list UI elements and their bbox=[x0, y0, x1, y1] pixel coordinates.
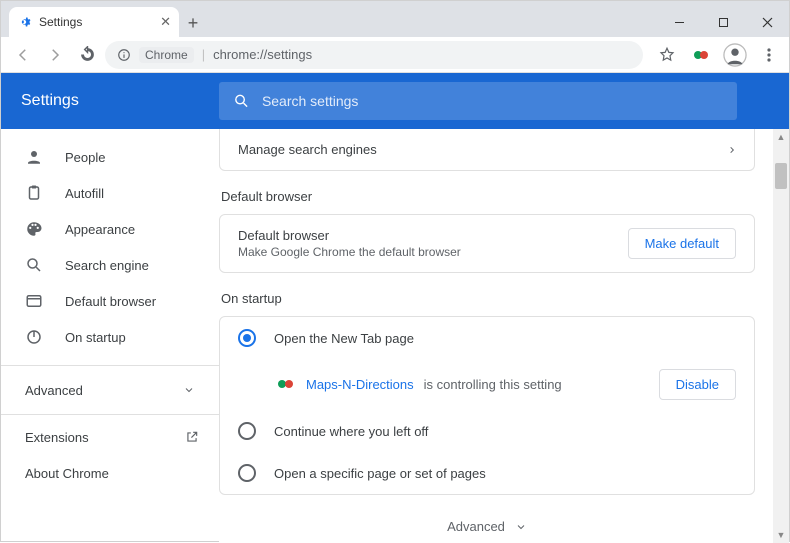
radio-label: Open the New Tab page bbox=[274, 331, 414, 346]
palette-icon bbox=[25, 220, 43, 238]
manage-search-engines-row[interactable]: Manage search engines bbox=[220, 129, 754, 170]
scroll-up-arrow[interactable]: ▲ bbox=[775, 131, 787, 143]
maximize-button[interactable] bbox=[701, 7, 745, 37]
scrollbar-thumb[interactable] bbox=[775, 163, 787, 189]
sidebar: People Autofill Appearance Search engine… bbox=[1, 129, 219, 543]
browser-toolbar: Chrome | chrome://settings bbox=[1, 37, 789, 73]
forward-button[interactable] bbox=[41, 41, 69, 69]
sidebar-item-label: Default browser bbox=[65, 294, 156, 309]
radio-unselected-icon bbox=[238, 464, 256, 482]
sidebar-extensions[interactable]: Extensions bbox=[1, 419, 219, 455]
sidebar-item-default-browser[interactable]: Default browser bbox=[1, 283, 219, 319]
sidebar-item-search-engine[interactable]: Search engine bbox=[1, 247, 219, 283]
sidebar-item-label: On startup bbox=[65, 330, 126, 345]
person-icon bbox=[25, 148, 43, 166]
default-browser-title: Default browser bbox=[238, 228, 461, 243]
disable-button[interactable]: Disable bbox=[659, 369, 736, 400]
scrollbar-track[interactable]: ▲ ▼ bbox=[773, 129, 789, 543]
controlling-text: is controlling this setting bbox=[424, 377, 562, 392]
gear-icon bbox=[17, 15, 31, 29]
new-tab-button[interactable]: + bbox=[179, 9, 207, 37]
sidebar-extensions-label: Extensions bbox=[25, 430, 89, 445]
extension-icon[interactable] bbox=[689, 43, 713, 67]
reload-button[interactable] bbox=[73, 41, 101, 69]
sidebar-item-appearance[interactable]: Appearance bbox=[1, 211, 219, 247]
startup-radio-new-tab[interactable]: Open the New Tab page bbox=[220, 317, 754, 359]
window-titlebar: Settings ✕ + bbox=[1, 1, 789, 37]
sidebar-item-label: Search engine bbox=[65, 258, 149, 273]
startup-radio-specific[interactable]: Open a specific page or set of pages bbox=[220, 452, 754, 494]
on-startup-card: Open the New Tab page Maps-N-Directions … bbox=[219, 316, 755, 495]
startup-radio-continue[interactable]: Continue where you left off bbox=[220, 410, 754, 452]
advanced-expand[interactable]: Advanced bbox=[219, 519, 755, 534]
browser-tab[interactable]: Settings ✕ bbox=[9, 7, 179, 37]
sidebar-item-on-startup[interactable]: On startup bbox=[1, 319, 219, 355]
search-input[interactable] bbox=[262, 93, 723, 109]
window-controls bbox=[657, 7, 789, 37]
minimize-button[interactable] bbox=[657, 7, 701, 37]
default-browser-card: Default browser Make Google Chrome the d… bbox=[219, 214, 755, 273]
default-browser-sub: Make Google Chrome the default browser bbox=[238, 245, 461, 259]
sidebar-item-label: People bbox=[65, 150, 105, 165]
sidebar-about-label: About Chrome bbox=[25, 466, 109, 481]
map-pins-icon bbox=[276, 377, 296, 393]
controlling-extension-link[interactable]: Maps-N-Directions bbox=[306, 377, 414, 392]
radio-label: Open a specific page or set of pages bbox=[274, 466, 486, 481]
bookmark-star-icon[interactable] bbox=[655, 43, 679, 67]
divider bbox=[1, 365, 219, 366]
manage-search-card: Manage search engines bbox=[219, 129, 755, 171]
make-default-button[interactable]: Make default bbox=[628, 228, 736, 259]
browser-icon bbox=[25, 292, 43, 310]
omnibox-separator: | bbox=[202, 47, 205, 62]
manage-search-label: Manage search engines bbox=[238, 142, 377, 157]
chevron-down-icon bbox=[183, 384, 195, 396]
sidebar-item-autofill[interactable]: Autofill bbox=[1, 175, 219, 211]
back-button[interactable] bbox=[9, 41, 37, 69]
profile-avatar[interactable] bbox=[723, 43, 747, 67]
scroll-down-arrow[interactable]: ▼ bbox=[775, 529, 787, 541]
settings-content: ▲ ▼ Manage search engines Default browse… bbox=[219, 129, 789, 543]
search-icon bbox=[233, 92, 250, 110]
sidebar-advanced[interactable]: Advanced bbox=[1, 370, 219, 410]
close-window-button[interactable] bbox=[745, 7, 789, 37]
info-icon bbox=[117, 48, 131, 62]
sidebar-advanced-label: Advanced bbox=[25, 383, 83, 398]
page-title: Settings bbox=[21, 92, 199, 110]
omnibox-url: chrome://settings bbox=[213, 47, 312, 62]
close-tab-icon[interactable]: ✕ bbox=[160, 14, 171, 30]
sidebar-about-chrome[interactable]: About Chrome bbox=[1, 455, 219, 491]
sidebar-item-people[interactable]: People bbox=[1, 139, 219, 175]
tab-title: Settings bbox=[39, 15, 82, 29]
default-browser-row: Default browser Make Google Chrome the d… bbox=[220, 215, 754, 272]
default-browser-heading: Default browser bbox=[221, 189, 755, 204]
kebab-menu-icon[interactable] bbox=[757, 43, 781, 67]
open-external-icon bbox=[185, 430, 199, 444]
search-settings-field[interactable] bbox=[219, 82, 737, 120]
power-icon bbox=[25, 328, 43, 346]
radio-label: Continue where you left off bbox=[274, 424, 428, 439]
extension-controlling-row: Maps-N-Directions is controlling this se… bbox=[220, 359, 754, 410]
sidebar-item-label: Autofill bbox=[65, 186, 104, 201]
sidebar-item-label: Appearance bbox=[65, 222, 135, 237]
omnibox-chip: Chrome bbox=[139, 47, 194, 63]
address-bar[interactable]: Chrome | chrome://settings bbox=[105, 41, 643, 69]
chevron-right-icon bbox=[728, 144, 736, 156]
divider bbox=[1, 414, 219, 415]
clipboard-icon bbox=[25, 184, 43, 202]
settings-header: Settings bbox=[1, 73, 789, 129]
radio-unselected-icon bbox=[238, 422, 256, 440]
advanced-footer-label: Advanced bbox=[447, 519, 505, 534]
search-icon bbox=[25, 256, 43, 274]
on-startup-heading: On startup bbox=[221, 291, 755, 306]
chevron-down-icon bbox=[515, 521, 527, 533]
radio-selected-icon bbox=[238, 329, 256, 347]
